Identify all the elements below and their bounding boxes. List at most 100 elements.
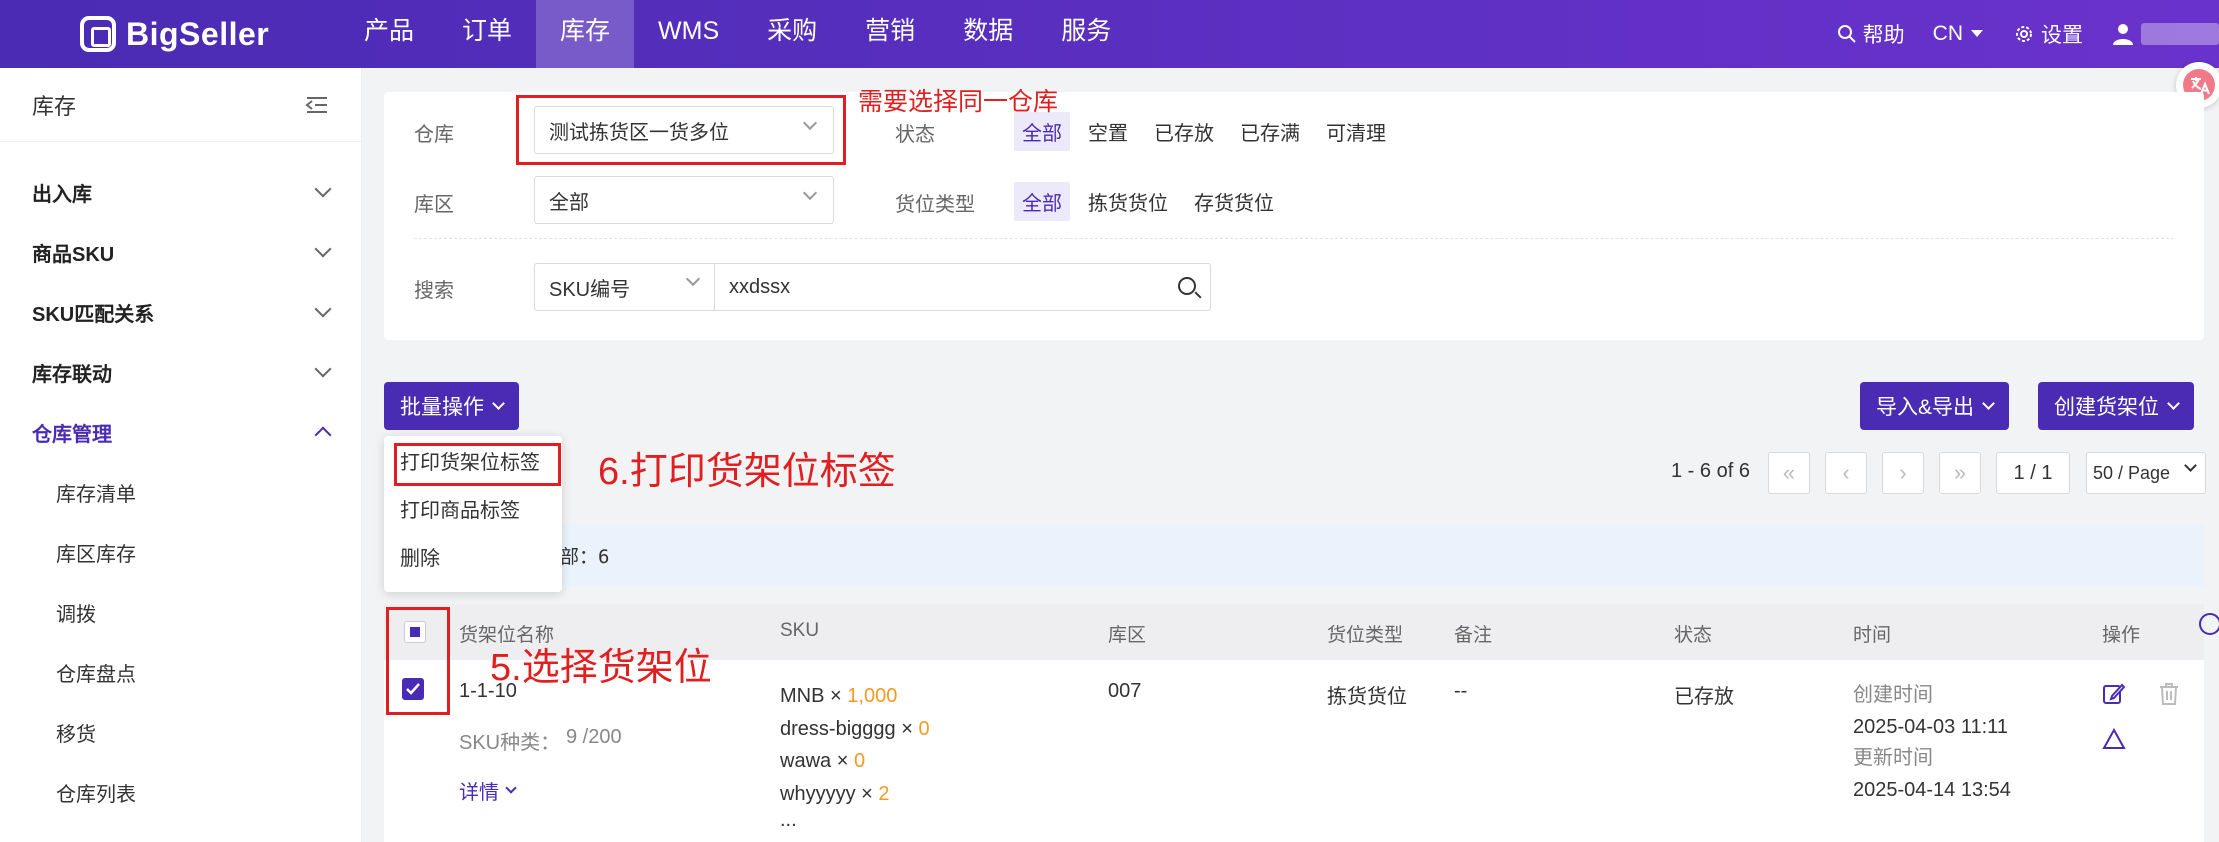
times-sign: × [901, 717, 913, 740]
times-sign: × [836, 750, 849, 772]
chevron-down-icon [2184, 459, 2197, 472]
status-option-stored[interactable]: 已存放 [1146, 112, 1222, 151]
batch-actions-button[interactable]: 批量操作 [384, 382, 519, 430]
sku-name: MNB [780, 685, 825, 707]
annotation-step6: 6.打印货架位标签 [598, 451, 896, 493]
import-export-button[interactable]: 导入&导出 [1860, 382, 2010, 430]
location-type-option-picking[interactable]: 拣货货位 [1080, 182, 1176, 221]
time-cell: 创建时间 2025-04-03 11:11 更新时间 2025-04-14 13… [1853, 680, 2011, 806]
sku-item: wawa × 0 [780, 745, 930, 778]
bigseller-logo[interactable]: BigSeller [80, 12, 269, 56]
nav-marketing[interactable]: 营销 [841, 0, 939, 68]
next-page-button[interactable]: › [1882, 452, 1924, 494]
first-page-button[interactable]: « [1768, 452, 1810, 494]
menu-item-print-product-label[interactable]: 打印商品标签 [384, 484, 562, 532]
sidebar-group-label: SKU匹配关系 [32, 303, 155, 326]
edit-icon[interactable] [2102, 682, 2126, 706]
nav-products[interactable]: 产品 [340, 0, 438, 68]
nav-services[interactable]: 服务 [1037, 0, 1135, 68]
sku-item: whyyyyy × 2 [780, 778, 930, 811]
location-type-option-storage[interactable]: 存货货位 [1186, 182, 1282, 221]
warning-icon[interactable] [2102, 728, 2126, 750]
sidebar-item-stocktake[interactable]: 仓库盘点 [0, 642, 361, 702]
created-time-label: 创建时间 [1853, 684, 1933, 706]
prev-page-button[interactable]: ‹ [1825, 452, 1867, 494]
sidebar-item-transfer[interactable]: 调拨 [0, 582, 361, 642]
search-icon[interactable] [1178, 277, 1196, 295]
location-type-cell: 拣货货位 [1327, 686, 1407, 708]
nav-wms[interactable]: WMS [634, 0, 743, 68]
column-settings-icon[interactable] [2196, 610, 2219, 636]
sidebar-item-inventory-list[interactable]: 库存清单 [0, 462, 361, 522]
sku-qty: 2 [878, 782, 890, 805]
chevron-down-icon [1982, 397, 1995, 410]
selection-info-bar: 部：6 [384, 524, 2204, 586]
language-select[interactable]: CN [1933, 22, 1985, 46]
annotation-box-checkbox [386, 607, 450, 715]
sidebar-header: 库存 [0, 68, 361, 142]
menu-item-delete[interactable]: 删除 [384, 532, 562, 580]
import-export-label: 导入&导出 [1876, 396, 1975, 419]
collapse-menu-icon[interactable] [305, 95, 329, 115]
zone-value-cell: 007 [1108, 680, 1142, 702]
gear-icon [2016, 26, 2032, 42]
settings-label: 设置 [2041, 24, 2083, 47]
user-name-redacted [2141, 23, 2219, 45]
status-option-empty[interactable]: 空置 [1080, 112, 1136, 151]
sidebar-group-product-sku[interactable]: 商品SKU [0, 222, 361, 282]
chevron-down-icon [314, 180, 332, 198]
help-link[interactable]: 帮助 [1837, 19, 1905, 49]
sku-item: MNB × 1,000 [780, 680, 930, 713]
status-options: 全部 空置 已存放 已存满 可清理 [1014, 112, 1394, 151]
status-option-clearable[interactable]: 可清理 [1318, 112, 1394, 151]
annotation-same-warehouse: 需要选择同一仓库 [858, 88, 1059, 116]
settings-link[interactable]: 设置 [2013, 19, 2083, 49]
nav-inventory[interactable]: 库存 [536, 0, 635, 68]
search-type-value: SKU编号 [549, 278, 631, 301]
nav-orders[interactable]: 订单 [438, 0, 536, 68]
nav-data[interactable]: 数据 [939, 0, 1037, 68]
header-note: 备注 [1454, 625, 1493, 646]
search-icon [1837, 25, 1856, 43]
sidebar-group-label: 仓库管理 [32, 423, 112, 446]
last-page-button[interactable]: » [1939, 452, 1981, 494]
zone-select[interactable]: 全部 [534, 176, 834, 224]
sidebar-group-sku-mapping[interactable]: SKU匹配关系 [0, 282, 361, 342]
sidebar-group-warehouse-management[interactable]: 仓库管理 [0, 402, 361, 462]
location-type-label: 货位类型 [895, 194, 975, 216]
sidebar-group-inbound-outbound[interactable]: 出入库 [0, 162, 361, 222]
delete-icon[interactable] [2158, 682, 2180, 706]
language-label: CN [1932, 22, 1963, 45]
details-toggle[interactable]: 详情 [459, 776, 517, 805]
chevron-down-icon [505, 781, 517, 794]
sidebar-item-zone[interactable]: 库区 [0, 822, 361, 842]
sku-name: whyyyyy [780, 782, 856, 805]
location-type-options: 全部 拣货货位 存货货位 [1014, 182, 1282, 221]
page-input[interactable]: 1 / 1 [1996, 452, 2070, 494]
chevron-down-icon [314, 360, 332, 378]
location-type-option-all[interactable]: 全部 [1014, 182, 1070, 221]
selection-info-text: 部：6 [560, 545, 610, 568]
chevron-down-icon [2167, 397, 2180, 410]
header-time: 时间 [1853, 625, 1892, 646]
per-page-select[interactable]: 50 / Page [2086, 452, 2206, 494]
sidebar-item-warehouse-list[interactable]: 仓库列表 [0, 762, 361, 822]
user-menu[interactable] [2111, 22, 2219, 46]
sidebar-group-inventory-sync[interactable]: 库存联动 [0, 342, 361, 402]
sidebar-item-move-stock[interactable]: 移货 [0, 702, 361, 762]
chevron-down-icon [314, 300, 332, 318]
search-input[interactable]: xxdssx [715, 264, 1210, 310]
header-actions: 操作 [2102, 625, 2141, 646]
divider [414, 238, 2174, 239]
status-label: 状态 [895, 124, 935, 146]
sidebar-item-zone-inventory[interactable]: 库区库存 [0, 522, 361, 582]
nav-purchase[interactable]: 采购 [743, 0, 841, 68]
search-type-select[interactable]: SKU编号 [535, 264, 715, 310]
create-location-button[interactable]: 创建货架位 [2038, 382, 2194, 430]
user-icon [2113, 24, 2133, 45]
sidebar-group-label: 商品SKU [32, 243, 115, 266]
annotation-step5: 5.选择货架位 [490, 647, 712, 689]
annotation-box-print-label [394, 443, 561, 486]
sku-more: ... [780, 809, 797, 831]
status-option-full[interactable]: 已存满 [1232, 112, 1308, 151]
